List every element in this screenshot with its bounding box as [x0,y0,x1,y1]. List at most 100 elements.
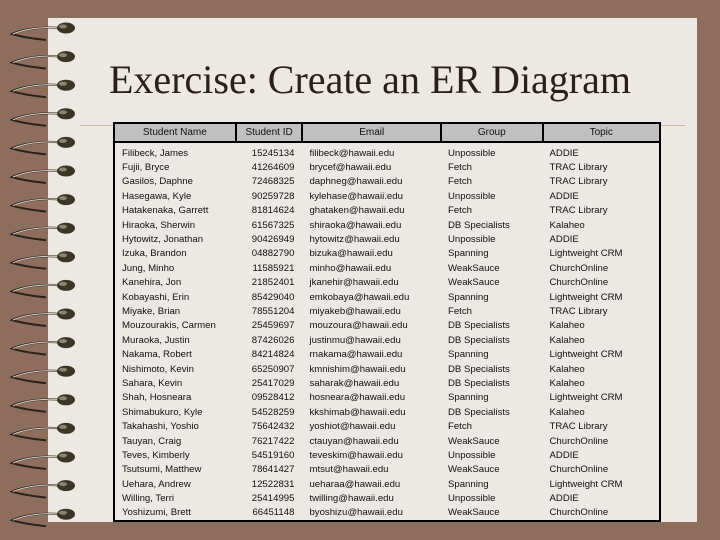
cell-student-name: Hiraoka, Sherwin [122,219,196,231]
header-topic: Topic [542,123,660,143]
cell-topic: TRAC Library [549,162,608,174]
cell-student-name: Nakama, Robert [122,349,192,361]
table-row: Hytowitz, Jonathan 90426949 hytowitz@hawai… [114,232,660,246]
cell-email: hosneara@hawaii.edu [309,392,406,404]
cell-group: DB Specialists [447,363,510,375]
cell-student-id: 25417029 [251,377,295,389]
cell-student-name: Uehara, Andrew [122,478,191,490]
cell-student-id: 61567325 [251,219,295,231]
cell-email: saharak@hawaii.edu [309,377,400,389]
cell-student-name: Gasilos, Daphne [122,176,193,188]
cell-email: teveskim@hawaii.edu [309,449,403,461]
header-email: Email [302,123,442,143]
cell-student-name: Hasegawa, Kyle [122,190,192,202]
spiral-ring-icon [9,194,75,213]
cell-email: jkanehir@hawaii.edu [309,277,399,289]
table-row: Kanehira, Jon 21852401 jkanehir@hawaii.edu… [114,276,660,290]
table-row: Izuka, Brandon 04882790 bizuka@hawaii.edu S… [114,247,660,261]
spiral-ring-icon [9,308,75,327]
cell-student-name: Miyake, Brian [122,305,181,317]
spiral-ring-icon [9,394,75,413]
table-row: Miyake, Brian 78551204 miyakeb@hawaii.edu F… [114,304,660,318]
cell-topic: Kalaheo [549,334,585,346]
cell-email: miyakeb@hawaii.edu [309,305,401,317]
cell-student-id: 78641427 [251,464,295,476]
table-row: Shimabukuro, Kyle 54528259 kkshimab@hawaii… [114,405,660,419]
cell-student-id: 90426949 [251,234,295,246]
cell-student-id: 54528259 [251,406,295,418]
cell-topic: TRAC Library [549,421,608,433]
cell-student-name: Teves, Kimberly [122,449,190,461]
table-row: Sahara, Kevin 25417029 saharak@hawaii.edu D… [114,376,660,390]
cell-topic: Lightweight CRM [549,349,623,361]
cell-student-name: Kanehira, Jon [122,277,182,289]
cell-student-name: Izuka, Brandon [122,248,187,260]
cell-topic: Kalaheo [549,406,585,418]
cell-email: shiraoka@hawaii.edu [309,219,402,231]
cell-group: Unpossible [447,147,496,159]
cell-email: ueharaa@hawaii.edu [309,478,401,490]
cell-student-name: Tsutsumi, Matthew [122,464,202,476]
cell-group: WeakSauce [447,277,500,289]
cell-topic: Kalaheo [549,363,585,375]
cell-group: Unpossible [447,449,496,461]
cell-student-name: Shah, Hosneara [122,392,192,404]
cell-student-name: Yoshizumi, Brett [122,507,191,519]
table-row: Kobayashi, Erin 85429040 emkobaya@hawaii.e… [114,290,660,304]
cell-student-id: 75642432 [251,421,295,433]
cell-group: WeakSauce [447,507,500,519]
spiral-ring-icon [9,508,75,528]
cell-email: brycef@hawaii.edu [309,162,392,174]
cell-email: ghataken@hawaii.edu [309,205,405,217]
cell-student-id: 90259728 [251,190,295,202]
cell-group: Fetch [447,305,472,317]
table-row: Tauyan, Craig 76217422 ctauyan@hawaii.edu W… [114,434,660,448]
cell-group: Unpossible [447,493,496,505]
spiral-ring-icon [9,422,75,442]
cell-email: kkshimab@hawaii.edu [309,406,406,418]
cell-email: hytowitz@hawaii.edu [309,234,400,246]
spiral-ring-icon [9,222,75,242]
cell-group: Unpossible [447,190,496,202]
spiral-ring-icon [9,337,75,356]
cell-student-name: Hatakenaka, Garrett [122,205,209,217]
cell-student-name: Takahashi, Yoshio [122,421,199,433]
cell-group: Spanning [447,291,489,303]
table-row: Takahashi, Yoshio 75642432 yoshiot@hawaii.… [114,419,660,433]
cell-topic: ADDIE [549,493,579,505]
header-student-id: Student ID [235,123,304,143]
cell-student-name: Mouzourakis, Carmen [122,320,216,332]
cell-email: bizuka@hawaii.edu [309,248,393,260]
cell-topic: Lightweight CRM [549,478,623,490]
cell-student-id: 41264609 [251,162,295,174]
cell-topic: TRAC Library [549,176,608,188]
cell-email: filibeck@hawaii.edu [309,147,395,159]
cell-email: justinmu@hawaii.edu [309,334,401,346]
spiral-ring-icon [9,279,75,299]
cell-group: Unpossible [447,234,496,246]
cell-email: rnakama@hawaii.edu [309,349,403,361]
table-row: Jung, Minho 11585921 minho@hawaii.edu WeakS… [114,261,660,275]
cell-student-id: 84214824 [251,349,295,361]
cell-topic: ADDIE [549,449,579,461]
cell-topic: Kalaheo [549,377,585,389]
table-row: Hatakenaka, Garrett 81814624 ghataken@hawa… [114,204,660,218]
cell-student-id: 72468325 [251,176,295,188]
table-row: Willing, Terri 25414995 twilling@hawaii.ed… [114,491,660,505]
table-header-row: Student Name Student ID Email Group Topi… [114,123,660,143]
cell-student-id: 25414995 [251,493,295,505]
cell-topic: ChurchOnline [549,277,609,289]
cell-email: kmnishim@hawaii.edu [309,363,406,375]
table-row: Nakama, Robert 84214824 rnakama@hawaii.edu… [114,347,660,361]
cell-topic: Lightweight CRM [549,291,623,303]
cell-email: twilling@hawaii.edu [309,493,394,505]
cell-group: DB Specialists [447,219,510,231]
cell-student-id: 65250907 [251,363,295,375]
cell-topic: TRAC Library [549,205,608,217]
cell-topic: ADDIE [549,190,579,202]
cell-student-name: Nishimoto, Kevin [122,363,194,375]
cell-group: Fetch [447,176,472,188]
cell-topic: ADDIE [549,147,579,159]
cell-group: Fetch [447,162,472,174]
table-row: Muraoka, Justin 87426026 justinmu@hawaii.e… [114,333,660,347]
